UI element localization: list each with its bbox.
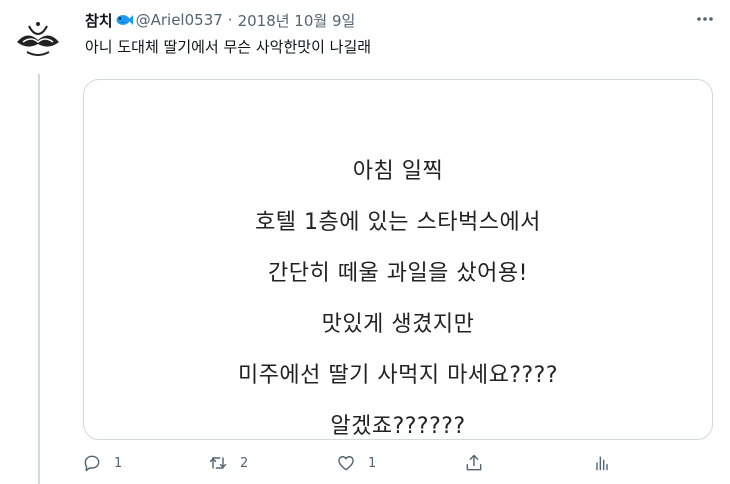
retweet-icon	[209, 457, 227, 469]
reply-count: 1	[114, 455, 123, 471]
media-line: 아침 일찍	[352, 159, 444, 184]
separator-dot: ·	[227, 11, 233, 29]
media-line: 맛있게 생겼지만	[321, 312, 475, 337]
tweet-actions: 1 2 1	[78, 448, 618, 478]
tweet-text: 아니 도대체 딸기에서 무슨 사악한맛이 나길래	[85, 38, 372, 56]
tweet-media-image[interactable]: 아침 일찍 호텔 1층에 있는 스타벅스에서 간단히 떼울 과일을 샀어용! 맛…	[83, 79, 713, 440]
avatar-logo-icon	[9, 12, 67, 70]
tweet-date[interactable]: 2018년 10월 9일	[238, 10, 356, 31]
retweet-button[interactable]: 2	[208, 448, 248, 478]
media-line: 호텔 1층에 있는 스타벅스에서	[255, 210, 541, 235]
media-line: 간단히 떼울 과일을 샀어용!	[268, 261, 528, 286]
analytics-button[interactable]	[592, 448, 612, 478]
media-text-block: 아침 일찍 호텔 1층에 있는 스타벅스에서 간단히 떼울 과일을 샀어용! 맛…	[84, 146, 712, 439]
reply-button[interactable]: 1	[82, 448, 122, 478]
like-button[interactable]: 1	[336, 448, 376, 478]
more-icon	[697, 17, 713, 21]
media-line: 알겠죠??????	[330, 414, 466, 439]
fish-icon	[115, 13, 133, 27]
more-button[interactable]	[694, 8, 716, 30]
analytics-icon	[596, 456, 608, 471]
avatar[interactable]	[9, 12, 67, 70]
retweet-count: 2	[240, 455, 249, 471]
user-handle[interactable]: @Ariel0537	[136, 11, 223, 29]
tweet-header: 참치 @Ariel0537 · 2018년 10월 9일	[85, 9, 690, 31]
like-count: 1	[368, 455, 377, 471]
display-name[interactable]: 참치	[85, 10, 113, 31]
reply-icon	[84, 455, 100, 472]
share-icon	[466, 454, 482, 471]
like-icon	[338, 456, 354, 471]
thread-line	[38, 74, 40, 484]
share-button[interactable]	[464, 448, 484, 478]
media-line: 미주에선 딸기 사먹지 마세요????	[237, 363, 559, 388]
